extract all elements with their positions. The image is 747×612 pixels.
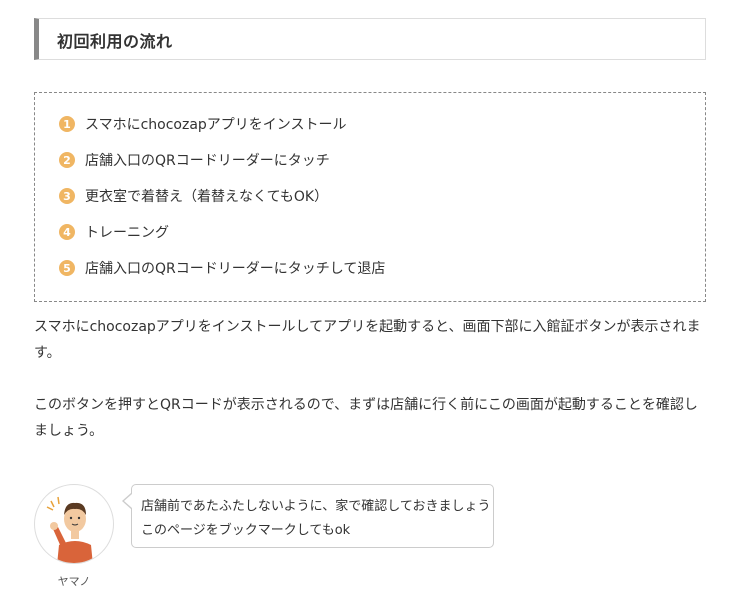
body-paragraph-2: このボタンを押すとQRコードが表示されるので、まずは店舗に行く前にこの画面が起動…	[34, 397, 698, 439]
step-text: トレーニング	[85, 225, 169, 241]
step-item-5: 5 店舗入口のQRコードリーダーにタッチして退店	[59, 257, 385, 279]
steps-box: 1 スマホにchocozapアプリをインストール 2 店舗入口のQRコードリーダ…	[34, 92, 706, 302]
person-pointing-icon	[46, 496, 93, 563]
section-title: 初回利用の流れ	[57, 32, 173, 51]
speech-bubble-tail-fill	[124, 494, 132, 508]
step-number-badge: 1	[59, 116, 75, 132]
step-text: 店舗入口のQRコードリーダーにタッチして退店	[85, 261, 386, 277]
speech-line-1: 店舗前であたふたしないように、家で確認しておきましょう	[141, 499, 491, 514]
speaker-name: ヤマノ	[57, 575, 91, 588]
speech-line-2: このページをブックマークしてもok	[141, 523, 351, 538]
step-number-badge: 2	[59, 152, 75, 168]
section-heading: 初回利用の流れ	[34, 18, 706, 60]
step-item-2: 2 店舗入口のQRコードリーダーにタッチ	[59, 149, 330, 171]
step-number-badge: 3	[59, 188, 75, 204]
step-item-1: 1 スマホにchocozapアプリをインストール	[59, 113, 347, 135]
speech-bubble: 店舗前であたふたしないように、家で確認しておきましょう このページをブックマーク…	[131, 484, 494, 548]
step-item-3: 3 更衣室で着替え（着替えなくてもOK）	[59, 185, 328, 207]
speaker-avatar	[34, 484, 114, 564]
step-number-badge: 4	[59, 224, 75, 240]
step-number-badge: 5	[59, 260, 75, 276]
body-paragraph-1: スマホにchocozapアプリをインストールしてアプリを起動すると、画面下部に入…	[34, 319, 701, 361]
step-text: 更衣室で着替え（着替えなくてもOK）	[85, 189, 329, 205]
step-item-4: 4 トレーニング	[59, 221, 169, 243]
step-text: スマホにchocozapアプリをインストール	[85, 117, 347, 133]
step-text: 店舗入口のQRコードリーダーにタッチ	[85, 153, 330, 169]
